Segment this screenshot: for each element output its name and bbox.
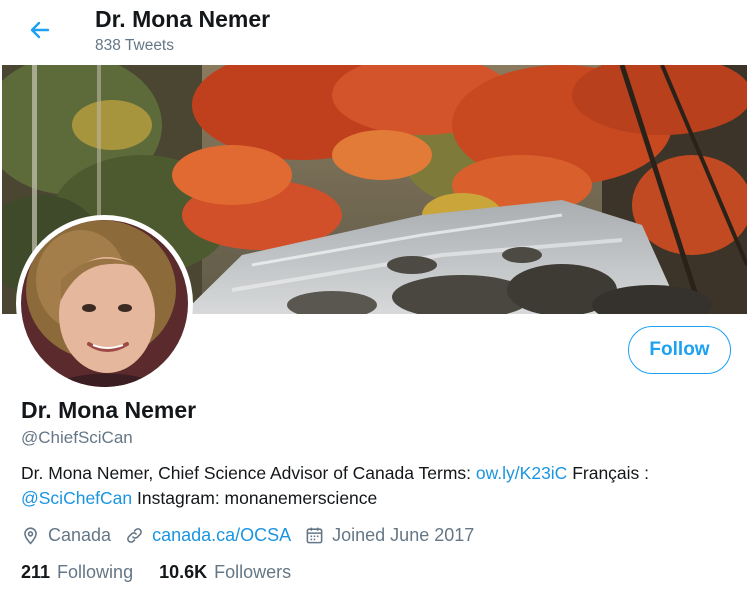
following-count: 211 <box>21 561 51 582</box>
avatar[interactable] <box>16 215 193 392</box>
back-button[interactable] <box>26 16 54 44</box>
website: canada.ca/OCSA <box>125 525 291 546</box>
profile-handle: @ChiefSciCan <box>21 428 133 447</box>
joined-text: Joined June 2017 <box>332 524 475 545</box>
location-text: Canada <box>48 524 112 545</box>
bio-text: Instagram: monanemerscience <box>132 488 378 508</box>
profile-stats: 211 Following 10.6K Followers <box>21 559 317 585</box>
followers-link[interactable]: 10.6K Followers <box>159 562 291 583</box>
profile-display-name: Dr. Mona Nemer <box>21 397 197 423</box>
tweet-count: 838 Tweets <box>95 37 174 54</box>
profile-header-bar: Dr. Mona Nemer 838 Tweets <box>0 0 747 64</box>
joined-date: Joined June 2017 <box>305 525 474 546</box>
following-label: Following <box>57 561 134 582</box>
profile-meta: Canada canada.ca/OCSA Joined June 2017 <box>21 522 488 548</box>
bio-text: Dr. Mona Nemer, Chief Science Advisor of… <box>21 463 476 483</box>
website-link[interactable]: canada.ca/OCSA <box>152 525 291 546</box>
link-icon <box>127 527 142 543</box>
bio-mention-link[interactable]: @SciChefCan <box>21 488 132 508</box>
following-link[interactable]: 211 Following <box>21 562 133 583</box>
arrow-left-icon <box>30 21 50 39</box>
bio-link[interactable]: ow.ly/K23iC <box>476 463 567 483</box>
avatar-image <box>21 220 188 387</box>
location-pin-icon <box>24 527 37 545</box>
follow-button[interactable]: Follow <box>628 326 731 374</box>
header-title: Dr. Mona Nemer <box>95 6 271 32</box>
calendar-icon <box>306 527 323 543</box>
profile-bio: Dr. Mona Nemer, Chief Science Advisor of… <box>21 461 736 511</box>
bio-text: Français : <box>567 463 650 483</box>
location: Canada <box>21 525 111 546</box>
followers-label: Followers <box>214 561 292 582</box>
followers-count: 10.6K <box>159 561 208 582</box>
